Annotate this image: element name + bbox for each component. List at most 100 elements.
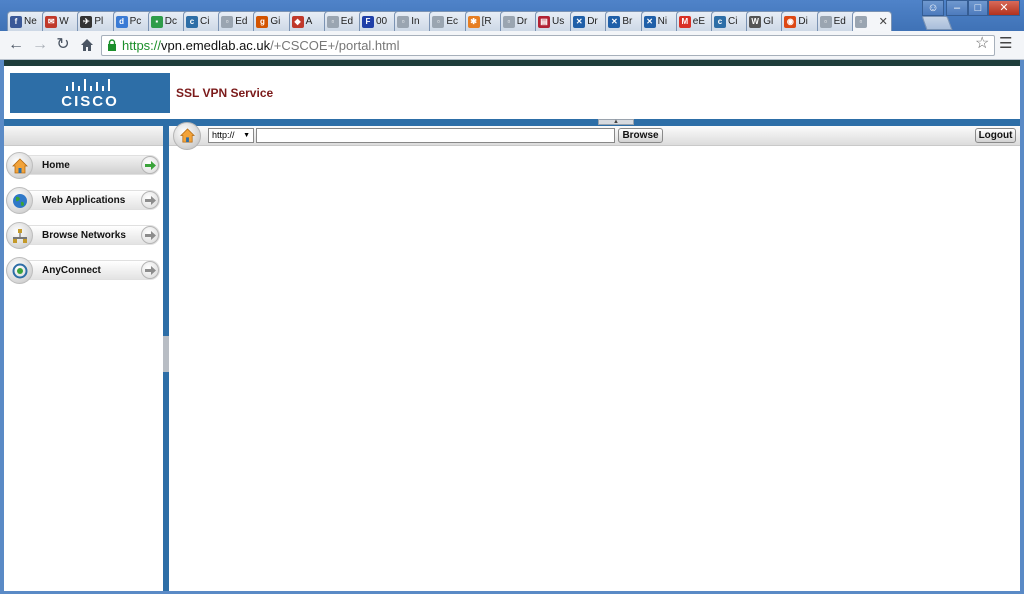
sidebar-item-label: AnyConnect: [42, 265, 101, 276]
arrow-right-icon[interactable]: [141, 191, 159, 209]
anyconnect-icon: [6, 257, 33, 284]
cisco-icon: c: [714, 15, 726, 28]
address-bar[interactable]: https://vpn.emedlab.ac.uk/+CSCOE+/portal…: [101, 35, 995, 56]
tab-label: Gl: [763, 16, 774, 27]
x-icon: ✕: [608, 15, 621, 28]
tab-label: A: [305, 16, 313, 27]
browser-tab[interactable]: ◉ Di: [781, 11, 822, 31]
mail-icon: ✉: [45, 15, 58, 28]
tab-label: Ed: [235, 16, 248, 27]
maximize-button[interactable]: □: [968, 0, 988, 16]
protocol-select[interactable]: http:// ▼: [208, 128, 254, 143]
profile-button[interactable]: ☺: [922, 0, 944, 16]
browser-tab[interactable]: F 00: [359, 11, 399, 31]
tab-label: Dr: [516, 16, 528, 27]
browser-tab[interactable]: ▫ Ed: [218, 11, 259, 31]
page-icon: ▫: [432, 15, 445, 28]
browser-tab[interactable]: c Ci: [183, 11, 223, 31]
sidebar-item-home[interactable]: Home: [6, 152, 161, 179]
plane-icon: ✈: [80, 15, 93, 28]
gmail-icon: M: [678, 15, 691, 28]
window-close-button[interactable]: ✕: [988, 0, 1020, 16]
tab-label: 00: [376, 16, 388, 27]
tab-label: Pc: [129, 16, 142, 27]
back-button[interactable]: ←: [6, 35, 26, 55]
browser-tab[interactable]: ✱ [R: [464, 11, 505, 31]
header-divider: [4, 119, 1020, 126]
ubuntu-icon: ◉: [784, 15, 797, 28]
tab-label: eE: [692, 16, 706, 27]
browser-tab[interactable]: ▫ Ed: [323, 11, 364, 31]
sidebar-item-web-applications[interactable]: Web Applications: [6, 187, 161, 214]
browser-tab[interactable]: ▫ In: [394, 11, 435, 31]
dell-icon: d: [115, 15, 128, 28]
reload-button[interactable]: ↻: [53, 35, 73, 55]
dropdown-caret-icon: ▼: [243, 132, 250, 139]
browser-tab[interactable]: ▫ ✕: [851, 11, 892, 31]
browser-tab[interactable]: ✕ Dr: [570, 11, 611, 31]
tab-label: [R: [481, 16, 492, 27]
browser-tab[interactable]: d Pc: [112, 11, 153, 31]
browser-tab[interactable]: ✉ W: [42, 11, 83, 31]
logout-button[interactable]: Logout: [975, 128, 1016, 143]
new-tab-button[interactable]: [921, 16, 953, 30]
url-input[interactable]: [256, 128, 615, 143]
browse-button[interactable]: Browse: [618, 128, 663, 143]
collapse-header-handle[interactable]: ▲: [598, 119, 634, 125]
cisco-logo: CISCO: [10, 73, 170, 113]
arrow-right-icon[interactable]: [141, 156, 159, 174]
home-button[interactable]: [77, 35, 97, 55]
page-icon: ▫: [221, 15, 234, 28]
tab-label: Ed: [833, 16, 846, 27]
menu-icon[interactable]: ☰: [999, 36, 1012, 51]
sidebar-item-anyconnect[interactable]: AnyConnect: [6, 257, 161, 284]
url-host: vpn.emedlab.ac.uk: [161, 38, 271, 53]
browser-tab[interactable]: ✕ Ni: [640, 11, 681, 31]
browser-toolbar: ← → ↻ https://vpn.emedlab.ac.uk/+CSCOE+/…: [0, 31, 1024, 60]
browser-tab[interactable]: f Ne: [7, 11, 47, 31]
browser-tab[interactable]: g Gi: [253, 11, 294, 31]
url-scheme: https://: [122, 38, 162, 53]
browser-tab[interactable]: MeE: [675, 11, 716, 31]
page-icon: ▫: [854, 15, 867, 28]
shield-icon: ◆: [291, 15, 304, 28]
browser-tab[interactable]: ▫ Ed: [816, 11, 857, 31]
sidebar-item-browse-networks[interactable]: Browse Networks: [6, 222, 161, 249]
tab-label: Ci: [200, 16, 210, 27]
globe-icon: [6, 187, 33, 214]
tab-strip: f Ne ✉ W ✈ Pl d Pc ▪ Dc c Ci ▫ Ed g Gi ◆ A ▫ Ed F 00 ▫ In ▫ Ec ✱ [R…: [0, 0, 1024, 31]
browser-tab[interactable]: W Gl: [746, 11, 787, 31]
arrow-right-icon[interactable]: [141, 261, 159, 279]
tab-label: Ni: [657, 16, 668, 27]
home-icon: [6, 152, 33, 179]
portal-home-button[interactable]: [173, 122, 201, 150]
page-icon: ▫: [397, 15, 410, 28]
home-icon: [81, 39, 93, 51]
browser-tab[interactable]: ◆ A: [288, 11, 329, 31]
tab-label: Ne: [24, 16, 37, 27]
forward-button[interactable]: →: [30, 35, 50, 55]
cisco-bars-icon: [66, 79, 110, 91]
network-icon: [6, 222, 33, 249]
minimize-button[interactable]: –: [946, 0, 968, 16]
browser-tab[interactable]: ✕ Br: [605, 11, 646, 31]
browser-tab[interactable]: ▪ Dc: [147, 11, 188, 31]
protocol-value: http://: [212, 130, 235, 140]
tab-label: Pl: [94, 16, 104, 27]
close-tab-icon[interactable]: ✕: [879, 15, 888, 28]
portal-header: CISCO SSL VPN Service: [4, 66, 1020, 122]
url-path: /+CSCOE+/portal.html: [270, 38, 400, 53]
tab-label: Gi: [270, 16, 281, 27]
tab-label: Br: [622, 16, 633, 27]
browser-tab[interactable]: c Ci: [711, 11, 751, 31]
flag-icon: ▤: [538, 15, 550, 28]
browser-tab[interactable]: ▤ Us: [535, 11, 575, 31]
browser-tab[interactable]: ✈ Pl: [77, 11, 118, 31]
tab-label: Ed: [340, 16, 354, 27]
browser-tab[interactable]: ▫ Dr: [499, 11, 540, 31]
browser-tab[interactable]: ▫ Ec: [429, 11, 470, 31]
bookmark-star-icon[interactable]: ☆: [975, 33, 989, 53]
arrow-right-icon[interactable]: [141, 226, 159, 244]
page-icon: ▫: [326, 15, 339, 28]
portal-address-bar: http:// ▼ Browse Logout: [169, 122, 1020, 150]
